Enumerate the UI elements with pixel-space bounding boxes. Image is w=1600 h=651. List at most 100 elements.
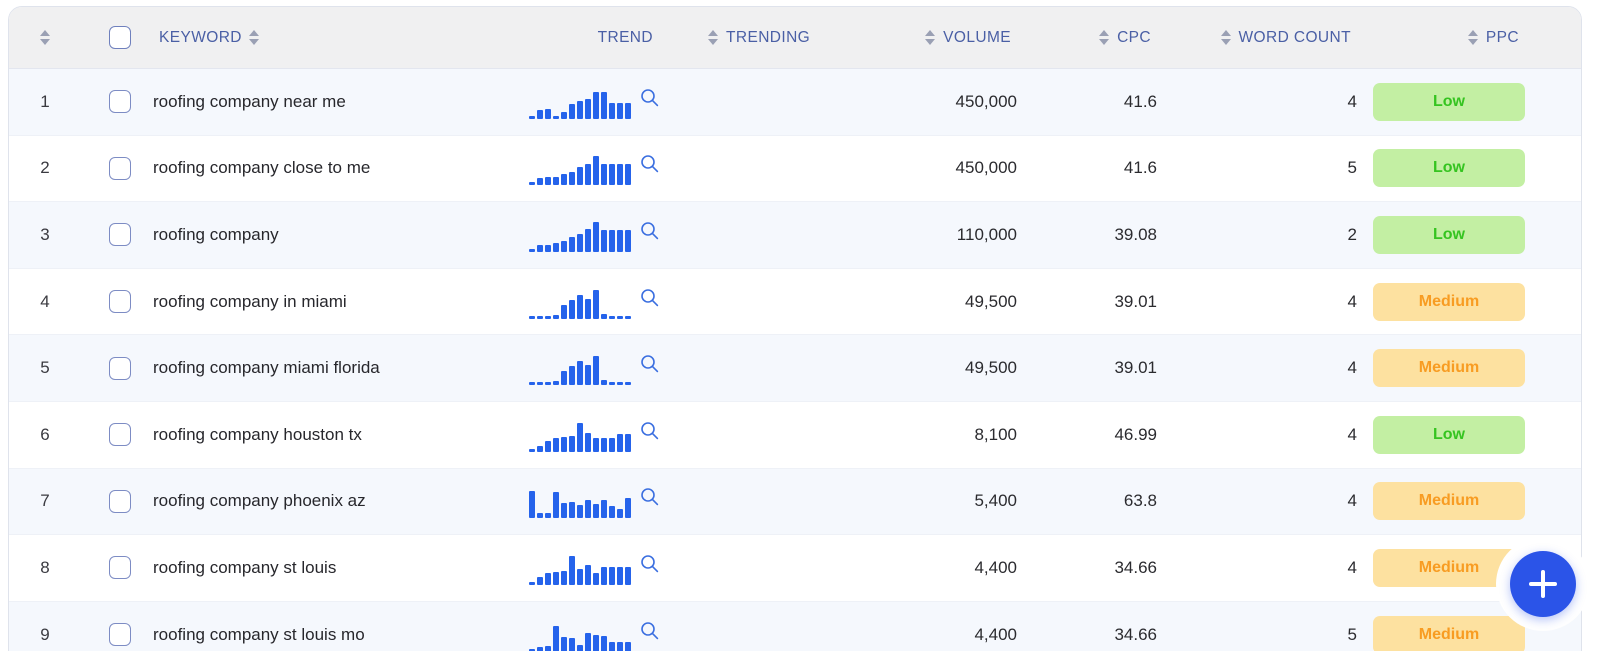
- word-count-value: 4: [1347, 557, 1357, 577]
- search-icon[interactable]: [640, 221, 659, 240]
- row-checkbox[interactable]: [109, 489, 131, 513]
- table-row[interactable]: 3 roofing company 110,000 39.08 2 Low: [9, 202, 1581, 269]
- keyword-text: roofing company near me: [153, 91, 346, 111]
- search-icon[interactable]: [640, 421, 659, 440]
- sparkline-bar: [537, 382, 543, 386]
- sparkline-bar: [577, 361, 583, 386]
- sparkline-bar: [585, 98, 591, 119]
- table-row[interactable]: 2 roofing company close to me 450,000 41.6 5…: [9, 135, 1581, 203]
- column-header-word-count[interactable]: WORD COUNT: [1157, 29, 1357, 47]
- table-row[interactable]: 7 roofing company phoenix az 5,400 63.8 4 Med…: [9, 468, 1581, 536]
- row-select-cell[interactable]: [81, 489, 143, 513]
- column-header-keyword[interactable]: KEYWORD: [143, 29, 501, 47]
- row-select-cell[interactable]: [81, 623, 143, 647]
- ppc-status-badge: Medium: [1373, 282, 1525, 321]
- sparkline-bar: [609, 506, 615, 519]
- sparkline-bar: [617, 229, 623, 252]
- column-header-trending-label: TRENDING: [726, 28, 811, 46]
- ppc-cell: Low: [1357, 82, 1547, 121]
- trend-sparkline: [529, 484, 631, 519]
- column-header-trend: TREND: [501, 29, 659, 47]
- table-row[interactable]: 9 roofing company st louis mo 4,400 34.66 5 M…: [9, 601, 1581, 651]
- search-icon[interactable]: [640, 487, 659, 506]
- row-checkbox[interactable]: [109, 423, 131, 447]
- sparkline-bar: [625, 641, 631, 651]
- sort-updown-icon[interactable]: [39, 29, 52, 47]
- sparkline-bar: [561, 636, 567, 651]
- column-header-trending[interactable]: TRENDING: [659, 29, 849, 47]
- search-icon[interactable]: [640, 354, 659, 373]
- ppc-cell: Medium: [1357, 482, 1547, 521]
- column-header-index[interactable]: [9, 29, 81, 47]
- row-select-cell[interactable]: [81, 156, 143, 180]
- cpc-value: 41.6: [1123, 158, 1157, 178]
- search-icon[interactable]: [640, 88, 659, 107]
- sort-updown-icon[interactable]: [1220, 29, 1233, 47]
- row-checkbox[interactable]: [109, 356, 131, 380]
- word-count-value: 2: [1347, 224, 1357, 244]
- ppc-cell: Low: [1357, 215, 1547, 254]
- table-row[interactable]: 5 roofing company miami florida 49,500 39.0…: [9, 335, 1581, 402]
- sort-updown-icon[interactable]: [924, 29, 937, 47]
- sparkline-bar: [609, 315, 615, 319]
- search-icon[interactable]: [640, 288, 659, 307]
- row-select-cell[interactable]: [81, 356, 143, 380]
- sparkline-bar: [537, 244, 543, 252]
- cpc-value: 63.8: [1123, 491, 1157, 511]
- sparkline-bar: [617, 641, 623, 651]
- row-checkbox[interactable]: [109, 623, 131, 647]
- row-select-cell[interactable]: [81, 423, 143, 447]
- row-checkbox[interactable]: [109, 556, 131, 580]
- select-all-checkbox[interactable]: [109, 26, 131, 49]
- row-select-cell[interactable]: [81, 223, 143, 247]
- volume-value: 5,400: [974, 491, 1017, 511]
- search-icon[interactable]: [640, 621, 659, 640]
- table-row[interactable]: 4 roofing company in miami 49,500 39.01 4 Med…: [9, 268, 1581, 336]
- sort-updown-icon[interactable]: [1467, 29, 1480, 47]
- row-checkbox[interactable]: [109, 290, 131, 314]
- column-header-select-all[interactable]: [81, 26, 143, 49]
- row-select-cell[interactable]: [81, 90, 143, 114]
- ppc-status-badge: Low: [1373, 215, 1525, 254]
- row-checkbox[interactable]: [109, 223, 131, 247]
- sparkline-bar: [609, 164, 615, 186]
- sparkline-bar: [553, 177, 559, 186]
- sparkline-bar: [545, 382, 551, 386]
- table-row[interactable]: 1 roofing company near me 450,000 41.6 4 Low: [9, 69, 1581, 136]
- sparkline-bar: [553, 381, 559, 386]
- row-select-cell[interactable]: [81, 556, 143, 580]
- cpc-value: 46.99: [1114, 424, 1157, 444]
- sparkline-bar: [545, 315, 551, 319]
- trend-sparkline-cell: [501, 618, 659, 651]
- row-checkbox[interactable]: [109, 156, 131, 180]
- sort-updown-icon[interactable]: [1098, 29, 1111, 47]
- sort-updown-icon[interactable]: [248, 29, 261, 47]
- sort-updown-icon[interactable]: [707, 29, 720, 47]
- row-checkbox[interactable]: [109, 90, 131, 114]
- search-icon[interactable]: [640, 154, 659, 173]
- cpc-value: 39.08: [1114, 224, 1157, 244]
- word-count-value: 4: [1347, 424, 1357, 444]
- sparkline-bar: [625, 433, 631, 452]
- row-select-cell[interactable]: [81, 290, 143, 314]
- table-row[interactable]: 6 roofing company houston tx 8,100 46.99 4 Lo…: [9, 401, 1581, 469]
- column-header-cpc[interactable]: CPC: [1017, 29, 1157, 47]
- sparkline-bar: [625, 382, 631, 386]
- column-header-volume[interactable]: VOLUME: [849, 29, 1017, 47]
- ppc-cell: Low: [1357, 149, 1547, 188]
- sparkline-bar: [601, 635, 607, 651]
- add-keyword-fab-button[interactable]: [1510, 551, 1576, 617]
- table-row[interactable]: 8 roofing company st louis 4,400 34.66 4 Medi…: [9, 535, 1581, 602]
- sparkline-bar: [617, 566, 623, 585]
- sparkline-bar: [593, 221, 599, 252]
- trend-sparkline: [529, 285, 631, 319]
- keyword-text: roofing company st louis mo: [153, 624, 365, 644]
- row-index: 3: [40, 224, 50, 244]
- search-icon[interactable]: [640, 554, 659, 573]
- row-index: 6: [40, 424, 50, 444]
- sparkline-bar: [577, 644, 583, 651]
- trend-sparkline: [529, 418, 631, 452]
- sparkline-bar: [561, 436, 567, 452]
- column-header-ppc[interactable]: PPC: [1357, 29, 1547, 47]
- sparkline-bar: [529, 382, 535, 386]
